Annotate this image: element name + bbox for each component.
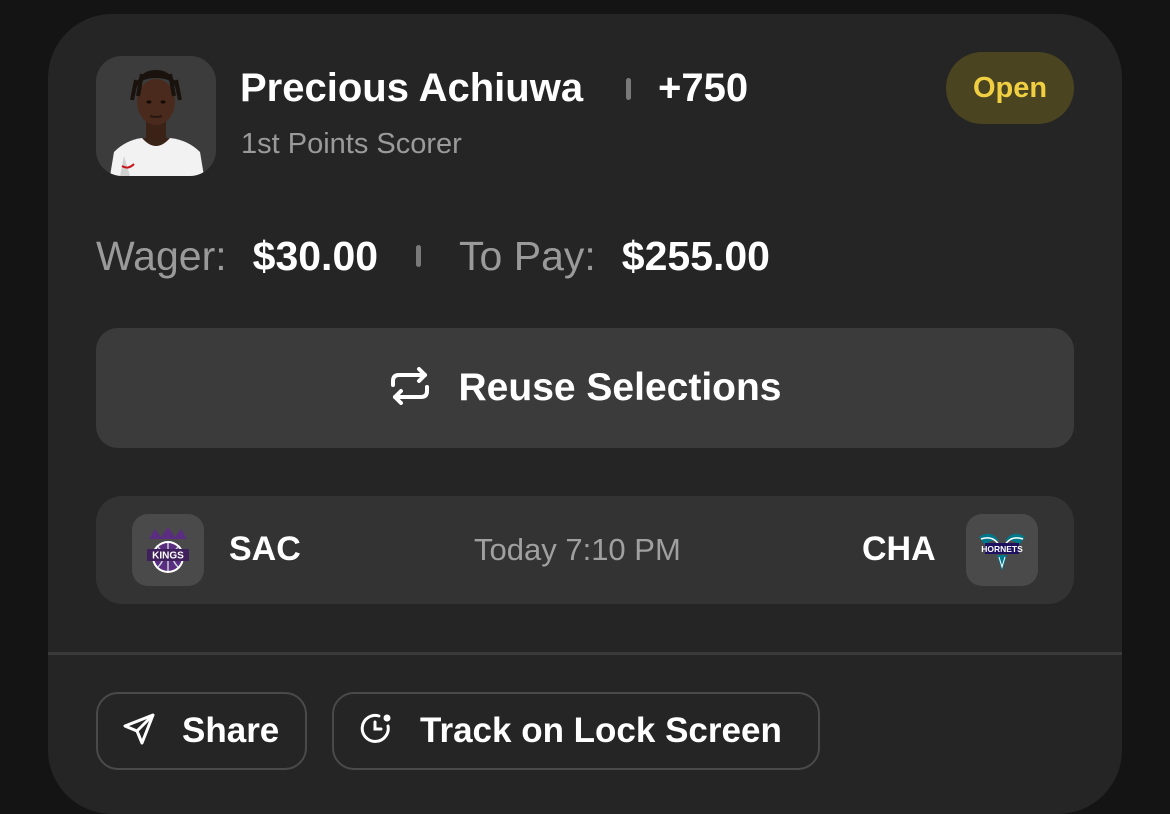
amount-row: Wager: $30.00 To Pay: $255.00 — [96, 228, 770, 284]
kings-logo-icon: KINGS — [132, 514, 204, 586]
track-lock-screen-label: Track on Lock Screen — [420, 711, 782, 750]
clock-icon — [358, 711, 394, 752]
home-team: CHA — [862, 530, 936, 568]
topay-label: To Pay: — [459, 232, 596, 279]
section-divider — [48, 652, 1122, 655]
odds: +750 — [658, 66, 749, 110]
player-name: Precious Achiuwa — [240, 66, 584, 110]
reuse-selections-button[interactable]: Reuse Selections — [96, 328, 1074, 448]
status-badge: Open — [946, 52, 1074, 124]
share-button[interactable]: Share — [96, 692, 307, 770]
svg-text:KINGS: KINGS — [152, 551, 184, 562]
game-row[interactable]: KINGS SAC Today 7:10 PM CHA HORNETS — [96, 496, 1074, 604]
name-divider — [626, 78, 631, 100]
svg-text:HORNETS: HORNETS — [981, 544, 1023, 554]
amount-divider — [416, 245, 422, 267]
send-icon — [122, 712, 156, 751]
repeat-icon — [389, 366, 431, 410]
player-avatar — [96, 56, 216, 176]
hornets-logo-icon: HORNETS — [966, 514, 1038, 586]
share-label: Share — [182, 711, 280, 750]
away-team: SAC — [229, 530, 301, 568]
wager-label: Wager: — [96, 232, 227, 279]
track-lock-screen-button[interactable]: Track on Lock Screen — [332, 692, 820, 770]
wager-value: $30.00 — [252, 232, 379, 279]
game-time: Today 7:10 PM — [474, 532, 681, 567]
reuse-selections-label: Reuse Selections — [458, 366, 782, 409]
topay-value: $255.00 — [621, 232, 770, 279]
market-label: 1st Points Scorer — [241, 128, 462, 160]
